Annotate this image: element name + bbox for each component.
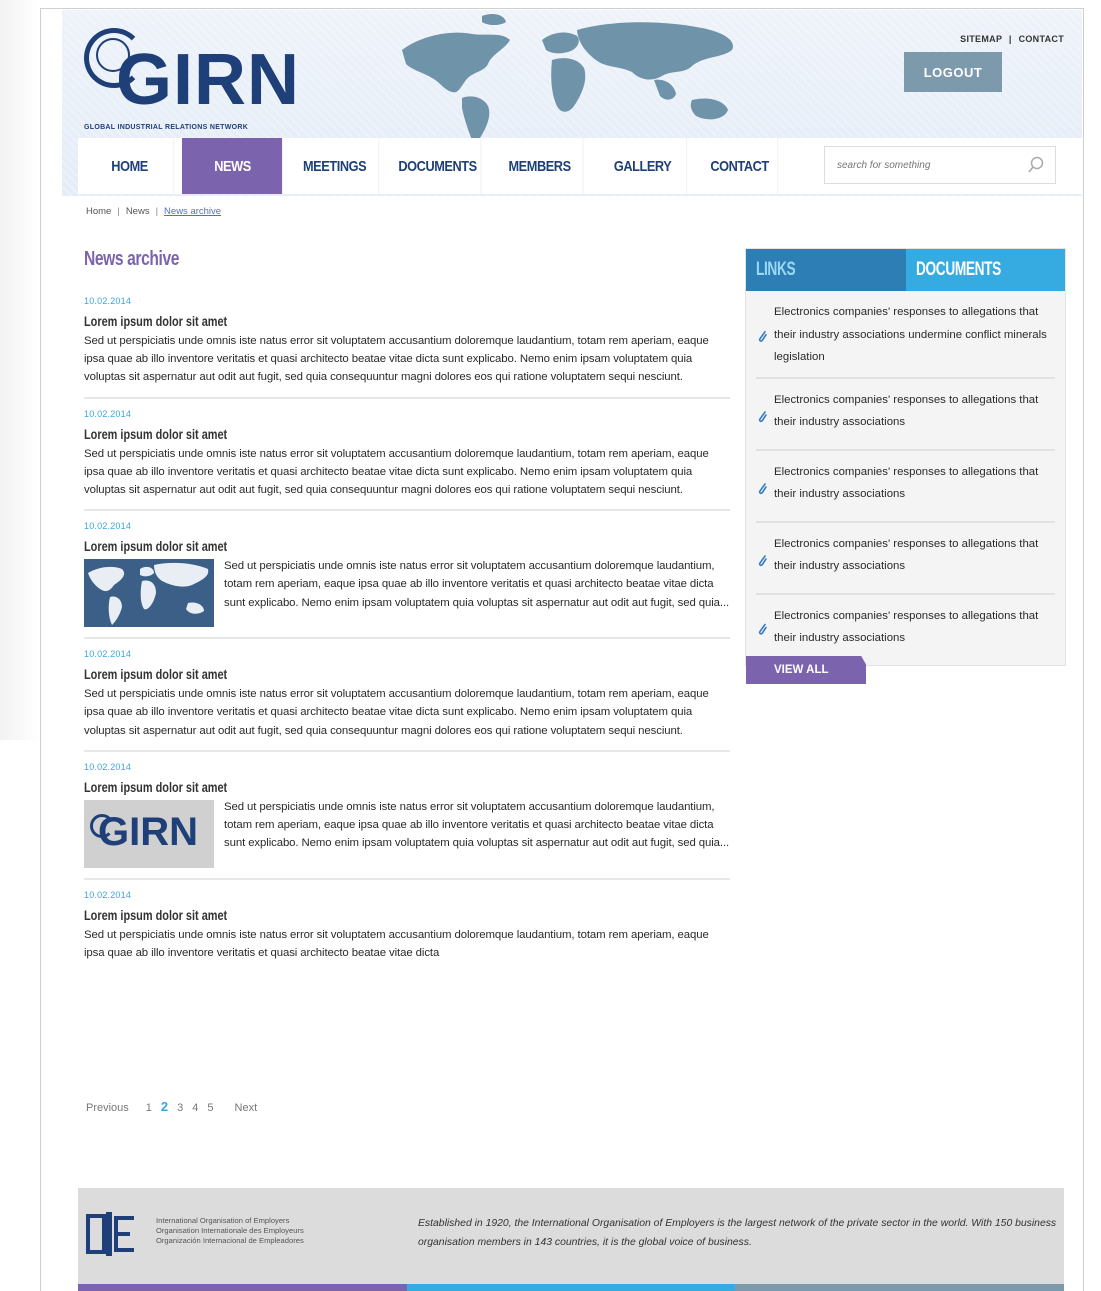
news-date: 10.02.2014 [84,761,132,772]
paperclip-icon [758,410,767,422]
nav-contact[interactable]: CONTACT [702,138,779,194]
footer-color-bar [78,1284,1065,1291]
nav-news[interactable]: NEWS [182,138,283,194]
list-item[interactable]: Electronics companies' responses to alle… [756,385,1055,451]
pager-next[interactable]: Next [235,1102,258,1114]
logo-tagline: GLOBAL INDUSTRIAL RELATIONS NETWORK [84,124,249,131]
news-body: Sed ut perspiciatis unde omnis iste natu… [84,928,709,960]
news-thumbnail-map[interactable] [84,559,214,628]
news-body: Sed ut perspiciatis unde omnis iste natu… [84,447,709,497]
news-title[interactable]: Lorem ipsum dolor sit amet [84,663,588,685]
pager-page[interactable]: 5 [207,1102,213,1114]
list-item[interactable]: Electronics companies' responses to alle… [756,529,1055,595]
site-logo[interactable]: GIRN GLOBAL INDUSTRIAL RELATIONS NETWORK [82,24,312,134]
list-item[interactable]: Electronics companies' responses to alle… [756,457,1055,523]
news-thumbnail-logo[interactable]: GIRN [84,799,214,868]
news-item: 10.02.2014 Lorem ipsum dolor sit amet Se… [84,409,730,512]
pager-previous[interactable]: Previous [86,1102,129,1114]
page-shadow [0,0,40,740]
sidebar-panel: LINKS DOCUMENTS Electronics companies' r… [745,248,1066,666]
nav-home[interactable]: HOME [86,138,175,194]
breadcrumb: Home | News | News archive [86,206,222,217]
link-text: Electronics companies' responses to alle… [774,306,1047,363]
ioe-logo[interactable] [86,1208,150,1260]
contact-link[interactable]: CONTACT [1019,34,1064,44]
link-text: Electronics companies' responses to alle… [774,393,1039,429]
news-list: 10.02.2014 Lorem ipsum dolor sit amet Se… [84,296,730,982]
paperclip-icon [758,623,767,635]
link-text: Electronics companies' responses to alle… [774,537,1039,573]
news-item: 10.02.2014 Lorem ipsum dolor sit amet GI… [84,762,730,880]
news-item: 10.02.2014 Lorem ipsum dolor sit amet Se… [84,890,730,972]
news-item: 10.02.2014 Lorem ipsum dolor sit amet Se… [84,649,730,752]
paperclip-icon [758,554,767,566]
nav-meetings[interactable]: MEETINGS [291,138,380,194]
search-input[interactable] [825,147,1015,183]
top-links: SITEMAP | CONTACT [960,34,1064,44]
news-item: 10.02.2014 Lorem ipsum dolor sit amet Se… [84,296,730,399]
nav-documents[interactable]: DOCUMENTS [395,138,482,194]
news-title[interactable]: Lorem ipsum dolor sit amet [84,310,588,332]
list-item[interactable]: Electronics companies' responses to alle… [756,297,1055,379]
tab-documents[interactable]: DOCUMENTS [905,249,1065,291]
news-title[interactable]: Lorem ipsum dolor sit amet [84,776,588,798]
news-item: 10.02.2014 Lorem ipsum dolor sit amet Se… [84,521,730,640]
site-footer: International Organisation of Employers … [78,1188,1064,1284]
breadcrumb-news[interactable]: News [126,206,150,217]
breadcrumb-current[interactable]: News archive [164,206,221,217]
search-icon[interactable] [1027,156,1045,174]
view-all-button[interactable]: VIEW ALL [746,656,866,684]
nav-gallery[interactable]: GALLERY [599,138,688,194]
news-body: Sed ut perspiciatis unde omnis iste natu… [224,800,730,850]
paperclip-icon [758,482,767,494]
pager-page[interactable]: 1 [146,1102,152,1114]
sitemap-link[interactable]: SITEMAP [960,34,1002,44]
logo-text: GIRN [116,40,300,120]
link-text: Electronics companies' responses to alle… [774,609,1039,645]
news-body: Sed ut perspiciatis unde omnis iste natu… [84,688,709,737]
news-date: 10.02.2014 [84,296,132,306]
link-text: Electronics companies' responses to alle… [774,465,1039,501]
news-date: 10.02.2014 [84,889,132,900]
tab-links[interactable]: LINKS [746,249,906,291]
footer-tagline: Established in 1920, the International O… [418,1218,1057,1248]
org-names: International Organisation of Employers … [156,1216,304,1245]
news-body: Sed ut perspiciatis unde omnis iste natu… [224,560,730,609]
pager-page[interactable]: 3 [177,1102,183,1114]
news-date: 10.02.2014 [84,408,132,419]
news-title[interactable]: Lorem ipsum dolor sit amet [84,423,588,445]
pagination: Previous 1 2 3 4 5 Next [86,1099,257,1114]
logout-button[interactable]: LOGOUT [904,52,1002,92]
pager-page[interactable]: 4 [192,1102,198,1114]
pager-page-current[interactable]: 2 [161,1099,168,1114]
list-item[interactable]: Electronics companies' responses to alle… [756,601,1055,658]
nav-members[interactable]: MEMBERS [497,138,584,194]
news-title[interactable]: Lorem ipsum dolor sit amet [84,904,588,926]
news-body: Sed ut perspiciatis unde omnis iste natu… [84,335,709,384]
links-list: Electronics companies' responses to alle… [746,291,1065,658]
paperclip-icon [758,330,767,342]
world-map-graphic [402,14,733,140]
sidebar-tabs: LINKS DOCUMENTS [746,249,1065,291]
news-date: 10.02.2014 [84,649,132,660]
breadcrumb-home[interactable]: Home [86,206,111,217]
search-box [824,146,1056,184]
page-title: News archive [84,248,180,270]
news-title[interactable]: Lorem ipsum dolor sit amet [84,535,588,557]
news-date: 10.02.2014 [84,521,132,532]
